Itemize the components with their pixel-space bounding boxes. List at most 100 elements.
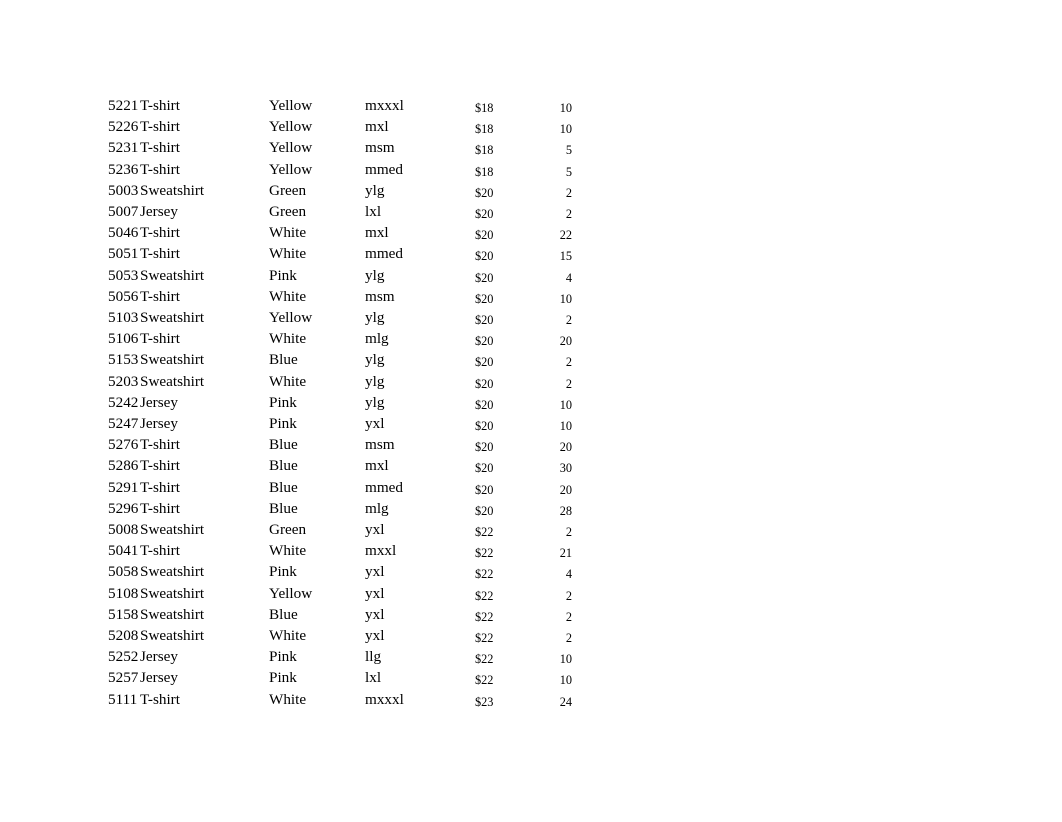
table-row[interactable]: 5007 Jersey Green lxl $20 2 [0, 204, 1062, 225]
cell-color: White [269, 330, 307, 348]
cell-id: 5226 [108, 118, 139, 136]
cell-color: Blue [269, 605, 298, 623]
cell-quantity: 4 [565, 270, 572, 285]
cell-quantity: 20 [559, 440, 572, 455]
table-row[interactable]: 5296 T-shirt Blue mlg $20 28 [0, 501, 1062, 522]
cell-size: llg [365, 648, 382, 666]
table-row[interactable]: 5108 Sweatshirt Yellow yxl $22 2 [0, 584, 1062, 607]
cell-quantity: 15 [559, 249, 572, 264]
table-row[interactable]: 5056 T-shirt White msm $20 10 [0, 289, 1062, 310]
cell-product: Sweatshirt [140, 309, 205, 326]
cell-product: T-shirt [140, 224, 180, 242]
table-row[interactable]: 5242 Jersey Pink ylg $20 10 [0, 395, 1062, 416]
cell-product: Jersey [140, 203, 178, 220]
table-row[interactable]: 5158 Sweatshirt Blue yxl $22 2 [0, 607, 1062, 628]
cell-color: Pink [269, 563, 297, 581]
table-row[interactable]: 5257 Jersey Pink lxl $22 10 [0, 670, 1062, 691]
table-row[interactable]: 5058 Sweatshirt Pink yxl $22 4 [0, 564, 1062, 585]
table-row[interactable]: 5252 Jersey Pink llg $22 10 [0, 649, 1062, 670]
cell-size: msm [365, 436, 395, 454]
cell-id: 5108 [108, 584, 139, 602]
cell-quantity: 2 [565, 525, 572, 539]
table-row[interactable]: 5226 T-shirt Yellow mxl $18 10 [0, 119, 1062, 140]
cell-color: Blue [269, 478, 298, 496]
table-row[interactable]: 5153 Sweatshirt Blue ylg $20 2 [0, 352, 1062, 373]
cell-size: ylg [365, 181, 385, 199]
table-row[interactable]: 5286 T-shirt Blue mxl $20 30 [0, 458, 1062, 479]
table-row[interactable]: 5003 Sweatshirt Green ylg $20 2 [0, 183, 1062, 204]
cell-quantity: 20 [559, 334, 572, 349]
cell-color: Pink [269, 648, 297, 666]
table-row[interactable]: 5236 T-shirt Yellow mmed $18 5 [0, 160, 1062, 183]
cell-quantity: 2 [565, 609, 572, 624]
cell-quantity: 4 [565, 567, 572, 582]
cell-size: yxl [365, 521, 385, 538]
cell-quantity: 10 [559, 291, 572, 306]
cell-id: 5041 [108, 542, 139, 560]
cell-price: $20 [475, 503, 494, 518]
cell-size: ylg [365, 309, 385, 326]
cell-size: ylg [365, 266, 385, 284]
cell-id: 5203 [108, 372, 139, 390]
cell-size: yxl [365, 563, 385, 581]
table-row[interactable]: 5276 T-shirt Blue msm $20 20 [0, 437, 1062, 458]
cell-color: White [269, 627, 307, 644]
cell-product: T-shirt [140, 160, 180, 178]
cell-color: Blue [269, 436, 298, 454]
cell-product: T-shirt [140, 97, 180, 114]
cell-color: White [269, 542, 307, 560]
cell-size: mlg [365, 330, 389, 348]
cell-size: yxl [365, 605, 385, 623]
cell-color: White [269, 690, 307, 708]
cell-size: mxxl [365, 542, 397, 560]
cell-color: Pink [269, 415, 297, 432]
cell-product: T-shirt [140, 499, 180, 517]
table-row[interactable]: 5106 T-shirt White mlg $20 20 [0, 331, 1062, 352]
cell-product: T-shirt [140, 690, 180, 708]
cell-size: mlg [365, 499, 389, 517]
cell-color: Pink [269, 266, 297, 284]
cell-price: $20 [475, 440, 494, 455]
cell-price: $18 [475, 164, 494, 179]
cell-size: ylg [365, 372, 385, 390]
cell-color: Yellow [269, 309, 313, 326]
cell-price: $20 [475, 334, 494, 349]
cell-id: 5058 [108, 563, 139, 581]
cell-product: Sweatshirt [140, 351, 205, 369]
cell-color: White [269, 287, 307, 305]
cell-product: Jersey [140, 393, 178, 411]
cell-color: Yellow [269, 584, 313, 602]
cell-size: ylg [365, 351, 385, 369]
table-row[interactable]: 5208 Sweatshirt White yxl $22 2 [0, 628, 1062, 649]
table-row[interactable]: 5041 T-shirt White mxxl $22 21 [0, 543, 1062, 564]
table-row[interactable]: 5008 Sweatshirt Green yxl $22 2 [0, 522, 1062, 543]
table-row[interactable]: 5111 T-shirt White mxxxl $23 24 [0, 690, 1062, 713]
cell-size: yxl [365, 584, 385, 602]
cell-price: $22 [475, 673, 494, 688]
table-row[interactable]: 5053 Sweatshirt Pink ylg $20 4 [0, 266, 1062, 289]
cell-quantity: 10 [559, 101, 572, 115]
table-row[interactable]: 5203 Sweatshirt White ylg $20 2 [0, 372, 1062, 395]
table-row[interactable]: 5231 T-shirt Yellow msm $18 5 [0, 140, 1062, 161]
cell-color: Yellow [269, 118, 313, 136]
cell-color: White [269, 224, 307, 242]
cell-color: Green [269, 181, 307, 199]
cell-price: $20 [475, 355, 494, 370]
table-row[interactable]: 5247 Jersey Pink yxl $20 10 [0, 416, 1062, 437]
cell-product: T-shirt [140, 542, 180, 560]
cell-product: Sweatshirt [140, 181, 205, 199]
cell-price: $20 [475, 313, 494, 327]
cell-product: Sweatshirt [140, 266, 205, 284]
table-row[interactable]: 5291 T-shirt Blue mmed $20 20 [0, 478, 1062, 501]
cell-id: 5007 [108, 203, 139, 220]
table-row[interactable]: 5051 T-shirt White mmed $20 15 [0, 246, 1062, 267]
table-row[interactable]: 5046 T-shirt White mxl $20 22 [0, 225, 1062, 246]
cell-id: 5053 [108, 266, 139, 284]
table-row[interactable]: 5103 Sweatshirt Yellow ylg $20 2 [0, 310, 1062, 331]
cell-price: $22 [475, 609, 494, 624]
cell-size: yxl [365, 415, 385, 432]
cell-id: 5221 [108, 97, 139, 114]
table-row[interactable]: 5221 T-shirt Yellow mxxxl $18 10 [0, 98, 1062, 119]
cell-color: White [269, 372, 307, 390]
cell-size: yxl [365, 627, 385, 644]
